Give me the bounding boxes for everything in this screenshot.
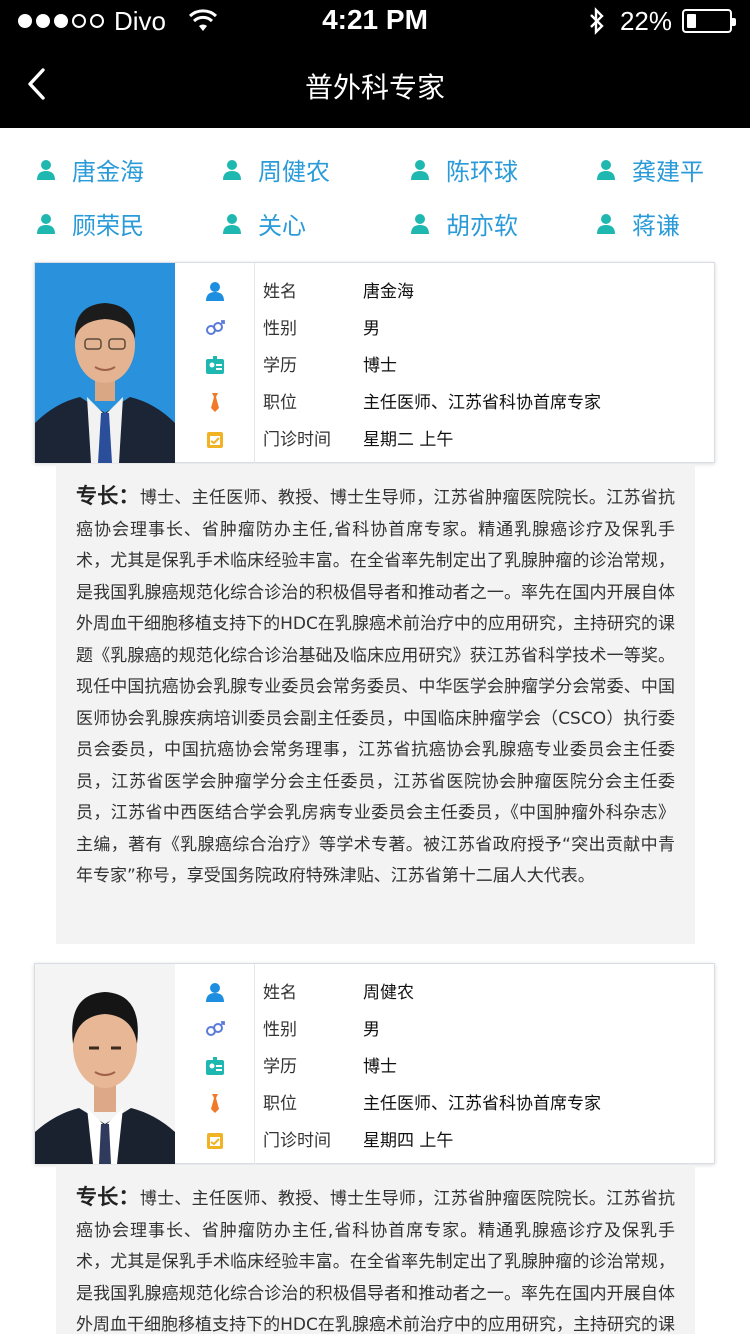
page-title: 普外科专家 (304, 71, 445, 104)
calendar-icon (207, 1133, 223, 1149)
field-value: 星期四 上午 (363, 1131, 454, 1151)
person-icon (206, 282, 224, 301)
battery-icon (682, 9, 736, 33)
field-label: 性别 (263, 1020, 297, 1040)
specialty-text: 博士、主任医师、教授、博士生导师，江苏省肿瘤医院院长。江苏省抗癌协会理事长、省肿… (76, 1189, 676, 1334)
person-icon (223, 213, 241, 234)
field-education: 学历 博士 (255, 345, 397, 382)
doctor-info: 姓名 唐金海 性别 男 学历 博士 职位 主任医师、江苏省科协首席专家 门诊时间 星期二 … (255, 263, 715, 463)
field-icon-column (175, 964, 255, 1164)
field-label: 学历 (263, 1057, 297, 1077)
specialty-label: 专长： (76, 1185, 140, 1209)
doctor-link-label: 顾荣民 (72, 212, 144, 240)
doctor-card[interactable]: 姓名 唐金海 性别 男 学历 博士 职位 主任医师、江苏省科协首席专家 门诊时间 星期二 … (34, 262, 715, 463)
specialty-description: 专长：博士、主任医师、教授、博士生导师，江苏省肿瘤医院院长。江苏省抗癌协会理事长… (56, 464, 695, 944)
field-value: 星期二 上午 (363, 430, 454, 450)
field-label: 姓名 (263, 983, 297, 1003)
field-name: 姓名 唐金海 (255, 271, 414, 308)
field-position: 职位 主任医师、江苏省科协首席专家 (255, 1083, 601, 1120)
person-icon (597, 213, 615, 234)
doctor-link-label: 周健农 (258, 158, 330, 186)
doctor-link-label: 胡亦软 (446, 212, 518, 240)
doctor-link-label: 唐金海 (72, 158, 144, 186)
field-value: 博士 (363, 1057, 397, 1077)
tie-icon (211, 1094, 219, 1113)
doctor-link[interactable]: 龚建平 (596, 152, 704, 187)
doctor-photo (35, 263, 175, 463)
doctor-link[interactable]: 蒋谦 (596, 206, 680, 241)
field-label: 门诊时间 (263, 430, 331, 450)
field-label: 门诊时间 (263, 1131, 331, 1151)
field-value: 主任医师、江苏省科协首席专家 (363, 1094, 601, 1114)
doctor-link-label: 龚建平 (632, 158, 704, 186)
field-label: 职位 (263, 1094, 297, 1114)
status-bar: Divo 4:21 PM 22% (0, 0, 750, 42)
doctor-link[interactable]: 关心 (222, 206, 306, 241)
doctor-photo (35, 964, 175, 1164)
person-icon (411, 213, 429, 234)
doctor-card[interactable]: 姓名 周健农 性别 男 学历 博士 职位 主任医师、江苏省科协首席专家 门诊时间 星期四 … (34, 963, 715, 1164)
field-label: 姓名 (263, 282, 297, 302)
calendar-icon (207, 432, 223, 448)
education-id-icon (206, 1057, 224, 1075)
education-id-icon (206, 356, 224, 374)
nav-bar: 普外科专家 (0, 42, 750, 128)
field-label: 职位 (263, 393, 297, 413)
gender-icon (206, 1021, 225, 1036)
doctor-link[interactable]: 陈环球 (410, 152, 518, 187)
gender-icon (206, 320, 225, 335)
field-value: 主任医师、江苏省科协首席专家 (363, 393, 601, 413)
field-gender: 性别 男 (255, 308, 380, 345)
status-right: 22% (588, 5, 736, 37)
battery-percent: 22% (619, 5, 672, 36)
field-value: 男 (363, 1020, 380, 1040)
person-icon (223, 159, 241, 180)
doctor-info: 姓名 周健农 性别 男 学历 博士 职位 主任医师、江苏省科协首席专家 门诊时间 星期四 … (255, 964, 715, 1164)
doctor-link-label: 陈环球 (446, 158, 518, 186)
specialty-description: 专长：博士、主任医师、教授、博士生导师，江苏省肿瘤医院院长。江苏省抗癌协会理事长… (56, 1165, 695, 1334)
field-name: 姓名 周健农 (255, 972, 414, 1009)
field-education: 学历 博士 (255, 1046, 397, 1083)
specialty-text: 博士、主任医师、教授、博士生导师，江苏省肿瘤医院院长。江苏省抗癌协会理事长、省肿… (76, 488, 676, 886)
battery-level (687, 14, 696, 28)
field-value: 唐金海 (363, 282, 414, 302)
doctor-link[interactable]: 唐金海 (36, 152, 144, 187)
field-label: 学历 (263, 356, 297, 376)
field-label: 性别 (263, 319, 297, 339)
person-icon (206, 983, 224, 1002)
field-value: 博士 (363, 356, 397, 376)
field-position: 职位 主任医师、江苏省科协首席专家 (255, 382, 601, 419)
person-icon (411, 159, 429, 180)
person-icon (37, 159, 55, 180)
field-gender: 性别 男 (255, 1009, 380, 1046)
doctor-name-grid: 唐金海 周健农 陈环球 龚建平 顾荣民 关心 胡亦软 蒋谦 (0, 128, 750, 258)
field-value: 周健农 (363, 983, 414, 1003)
doctor-link-label: 蒋谦 (632, 212, 680, 240)
specialty-label: 专长： (76, 484, 140, 508)
field-clinic-time: 门诊时间 星期四 上午 (255, 1120, 453, 1157)
doctor-link-label: 关心 (258, 212, 306, 240)
doctor-link[interactable]: 胡亦软 (410, 206, 518, 241)
person-icon (37, 213, 55, 234)
person-icon (597, 159, 615, 180)
bluetooth-icon (590, 7, 604, 35)
field-clinic-time: 门诊时间 星期二 上午 (255, 419, 453, 456)
doctor-link[interactable]: 顾荣民 (36, 206, 144, 241)
tie-icon (211, 393, 219, 412)
field-value: 男 (363, 319, 380, 339)
field-icon-column (175, 263, 255, 463)
doctor-link[interactable]: 周健农 (222, 152, 330, 187)
